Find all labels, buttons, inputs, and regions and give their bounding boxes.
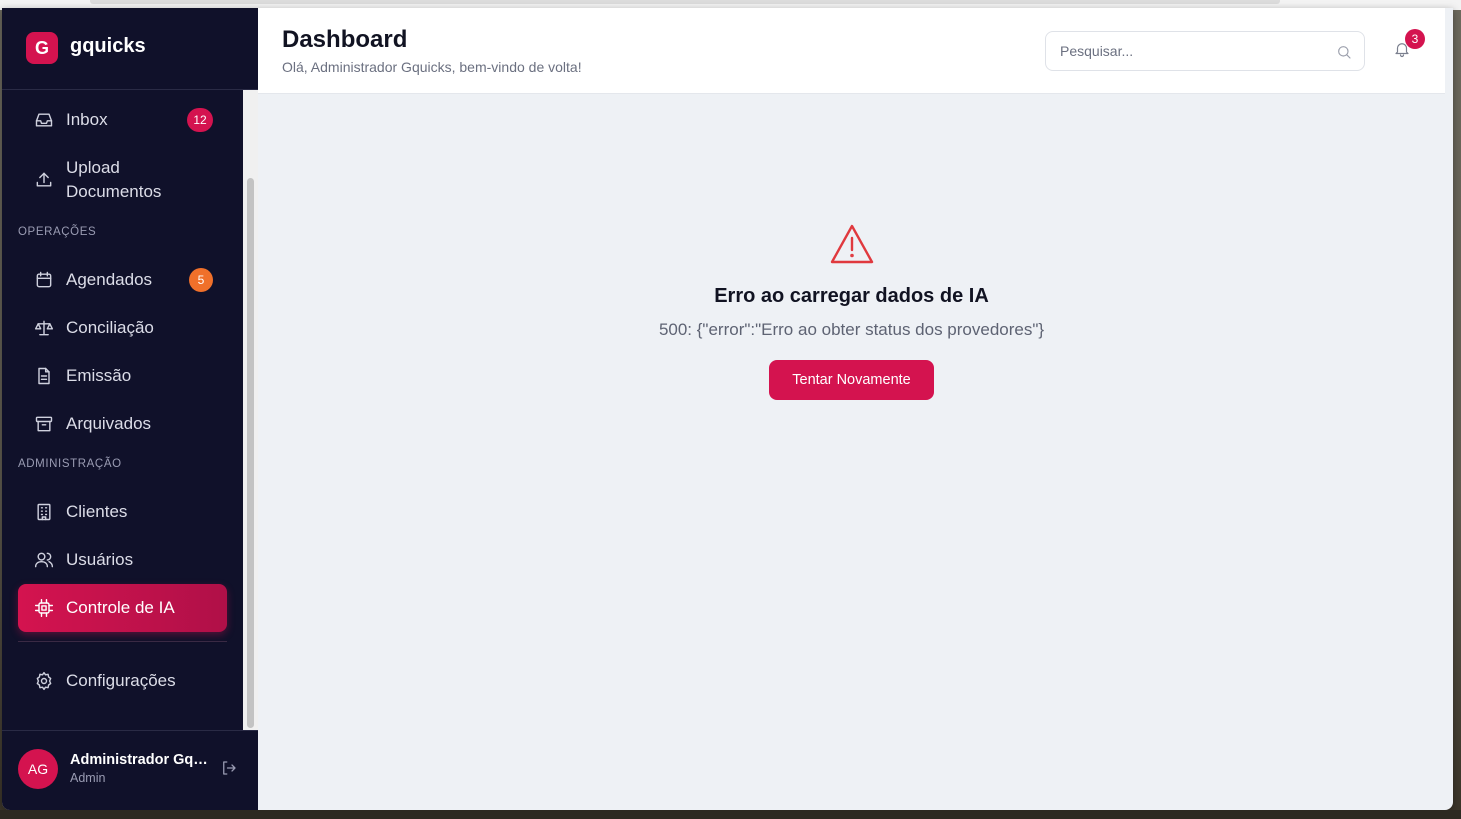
sidebar-divider: [18, 641, 227, 642]
inbox-count-badge: 12: [187, 108, 213, 132]
building-icon: [34, 502, 54, 522]
sidebar-item-label: Clientes: [66, 502, 128, 521]
sidebar-item-emissao[interactable]: Emissão: [18, 352, 227, 400]
sidebar-item-label: Agendados: [66, 270, 153, 289]
error-title: Erro ao carregar dados de IA: [714, 285, 989, 307]
brand-logo: G: [26, 32, 58, 64]
search-input[interactable]: [1060, 32, 1330, 70]
browser-top-bar: [90, 0, 1280, 4]
sidebar-item-controle-ia[interactable]: Controle de IA: [18, 584, 227, 632]
brand[interactable]: G gquicks: [2, 8, 258, 90]
sidebar-item-label: Controle de IA: [66, 598, 175, 617]
app-window: G gquicks Inbox 12 Upload Documentos OPE…: [2, 8, 1453, 810]
calendar-icon: [34, 270, 54, 290]
search-icon[interactable]: [1336, 44, 1352, 60]
user-role: Admin: [70, 771, 106, 785]
sidebar-item-conciliacao[interactable]: Conciliação: [18, 304, 227, 352]
brand-name: gquicks: [70, 35, 146, 57]
file-text-icon: [34, 366, 54, 386]
sidebar-nav: Inbox 12 Upload Documentos OPERAÇÕES Age…: [2, 90, 243, 730]
main-content: Erro ao carregar dados de IA 500: {"erro…: [258, 94, 1453, 810]
sidebar-item-label: Inbox: [66, 110, 108, 129]
page-title: Dashboard: [282, 26, 408, 53]
sidebar-item-usuarios[interactable]: Usuários: [18, 536, 227, 584]
page-subtitle: Olá, Administrador Gquicks, bem-vindo de…: [282, 59, 582, 75]
scale-icon: [34, 318, 54, 338]
sidebar-item-label: Upload Documentos: [66, 158, 162, 201]
inbox-icon: [34, 110, 54, 130]
section-title-administracao: ADMINISTRAÇÃO: [18, 458, 122, 470]
user-panel: AG Administrador Gquicks Admin: [2, 730, 258, 810]
upload-icon: [34, 170, 54, 190]
retry-button[interactable]: Tentar Novamente: [769, 360, 934, 400]
notification-badge: 3: [1405, 29, 1425, 49]
sidebar-item-clientes[interactable]: Clientes: [18, 488, 227, 536]
archive-icon: [34, 414, 54, 434]
user-name: Administrador Gquicks: [70, 752, 210, 768]
sidebar-item-label: Configurações: [66, 671, 176, 690]
sidebar-scrollbar-thumb[interactable]: [247, 178, 254, 728]
agendados-count-badge: 5: [189, 268, 213, 292]
section-title-operacoes: OPERAÇÕES: [18, 226, 97, 238]
warning-icon: [829, 222, 875, 266]
sidebar-item-upload[interactable]: Upload Documentos: [18, 148, 227, 212]
logout-icon[interactable]: [220, 759, 238, 777]
sidebar-item-inbox[interactable]: Inbox 12: [18, 96, 227, 144]
search-box[interactable]: [1045, 31, 1365, 71]
avatar[interactable]: AG: [18, 749, 58, 789]
sidebar-item-configuracoes[interactable]: Configurações: [18, 657, 227, 705]
sidebar-item-agendados[interactable]: Agendados 5: [18, 256, 227, 304]
desktop-background-strip: [0, 810, 1461, 819]
sidebar-item-label: Emissão: [66, 366, 132, 385]
cpu-icon: [34, 598, 54, 618]
sidebar-item-label: Arquivados: [66, 414, 152, 433]
sidebar-scrollbar[interactable]: [243, 90, 258, 730]
sidebar-item-label: Conciliação: [66, 318, 154, 337]
top-header: Dashboard Olá, Administrador Gquicks, be…: [258, 8, 1445, 94]
sidebar-item-arquivados[interactable]: Arquivados: [18, 400, 227, 448]
error-message: 500: {"error":"Erro ao obter status dos …: [658, 320, 1045, 339]
users-icon: [34, 550, 54, 570]
sidebar: G gquicks Inbox 12 Upload Documentos OPE…: [2, 8, 258, 810]
gear-icon: [34, 671, 54, 691]
sidebar-item-label: Usuários: [66, 550, 134, 569]
